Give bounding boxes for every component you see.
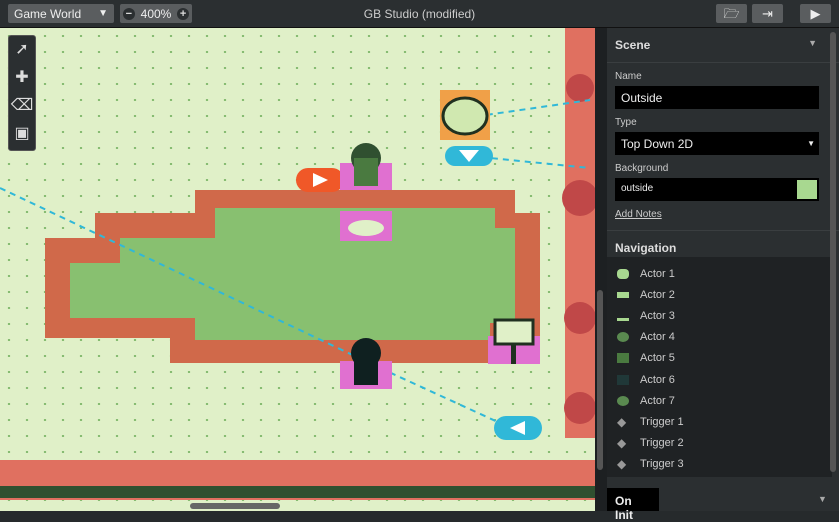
top-toolbar: Game World ▼ −400% + GB Studio (modified) … — [0, 0, 839, 28]
add-icon: ✚ — [15, 69, 29, 86]
collapse-icon: ▼ — [808, 38, 817, 48]
background-value: outside — [621, 183, 654, 194]
nav-item-actor-4[interactable]: Actor 4 — [607, 327, 832, 348]
nav-item-trigger-2[interactable]: ◆ Trigger 2 — [607, 433, 832, 454]
chevron-down-icon[interactable]: ▼ — [818, 494, 827, 504]
chevron-down-icon: ▼ — [807, 139, 815, 148]
navigation-list: Actor 1 Actor 2 Actor 3 Actor 4 Actor 5 … — [607, 257, 832, 477]
eraser-icon: ⌫ — [10, 97, 34, 114]
nav-item-trigger-3[interactable]: ◆ Trigger 3 — [607, 454, 832, 475]
folder-open-icon: 🗁 — [723, 6, 740, 21]
scene-name-input[interactable]: Outside — [615, 86, 819, 109]
world-select[interactable]: Game World ▼ — [8, 4, 114, 23]
nav-item-actor-5[interactable]: Actor 5 — [607, 348, 832, 369]
nav-item-actor-1[interactable]: Actor 1 — [607, 263, 832, 284]
nav-item-label: Actor 6 — [640, 373, 675, 386]
horizontal-scrollbar[interactable] — [190, 503, 280, 509]
nav-item-label: Trigger 1 — [640, 415, 684, 428]
scene-type-select[interactable]: Top Down 2D ▼ — [615, 132, 819, 155]
nav-item-label: Actor 4 — [640, 331, 675, 344]
duck-icon — [617, 311, 629, 321]
nav-item-actor-7[interactable]: Actor 7 — [607, 390, 832, 411]
on-init-tab[interactable]: On Init — [607, 488, 659, 522]
add-tool[interactable]: ✚ — [9, 64, 35, 92]
nav-item-actor-3[interactable]: Actor 3 — [607, 305, 832, 326]
select-icon: ➚ — [15, 41, 29, 58]
zoom-level: 400% — [140, 6, 172, 21]
nav-item-label: Actor 2 — [640, 288, 675, 301]
diamond-icon: ◆ — [617, 414, 627, 429]
scene-type-value: Top Down 2D — [621, 137, 694, 151]
npc-icon — [617, 395, 629, 406]
nav-item-label: Actor 1 — [640, 267, 675, 280]
diamond-icon: ◆ — [617, 436, 627, 451]
tool-palette: ➚ ✚ ⌫ ▣ — [8, 35, 36, 151]
npc-icon — [617, 332, 629, 343]
colliders-tool[interactable]: ▣ — [9, 120, 35, 148]
nav-item-actor-2[interactable]: Actor 2 — [607, 284, 832, 305]
nav-item-label: Trigger 3 — [640, 458, 684, 471]
npc-icon — [617, 353, 629, 364]
nav-item-actor-6[interactable]: Actor 6 — [607, 369, 832, 390]
sign-icon — [617, 291, 629, 298]
nav-item-label: Actor 5 — [640, 352, 675, 365]
zoom-out-button[interactable]: − — [122, 7, 135, 20]
canvas-vertical-scrollbar[interactable] — [597, 290, 603, 470]
select-tool[interactable]: ➚ — [9, 36, 35, 64]
play-icon: ▶ — [810, 6, 821, 21]
panel-scrollbar[interactable] — [830, 32, 836, 472]
nav-item-label: Actor 3 — [640, 309, 675, 322]
type-label: Type — [615, 117, 637, 128]
background-label: Background — [615, 163, 669, 174]
zoom-in-button[interactable]: + — [177, 7, 190, 20]
scene-header: Scene — [615, 38, 651, 52]
background-select[interactable]: outside — [615, 178, 819, 201]
background-thumbnail — [797, 180, 817, 199]
export-icon: ⇥ — [762, 6, 773, 21]
npc-icon — [617, 374, 629, 385]
cube-icon: ▣ — [14, 125, 30, 142]
world-select-value: Game World — [14, 6, 82, 21]
scene-section-header[interactable]: Scene ▼ — [607, 28, 839, 63]
add-notes-link[interactable]: Add Notes — [615, 209, 831, 220]
scene-canvas[interactable] — [0, 28, 595, 511]
diamond-icon: ◆ — [617, 457, 627, 472]
play-button[interactable]: ▶ — [800, 4, 831, 23]
nav-item-label: Trigger 2 — [640, 437, 684, 450]
chevron-down-icon: ▼ — [98, 8, 108, 19]
nav-item-label: Actor 7 — [640, 394, 675, 407]
nav-item-trigger-1[interactable]: ◆ Trigger 1 — [607, 411, 832, 432]
export-button[interactable]: ⇥ — [752, 4, 783, 23]
scene-map — [0, 28, 595, 509]
open-folder-button[interactable]: 🗁 — [716, 4, 747, 23]
name-label: Name — [615, 71, 642, 82]
bush-icon — [617, 268, 629, 279]
zoom-control: −400% + — [120, 4, 192, 23]
eraser-tool[interactable]: ⌫ — [9, 92, 35, 120]
